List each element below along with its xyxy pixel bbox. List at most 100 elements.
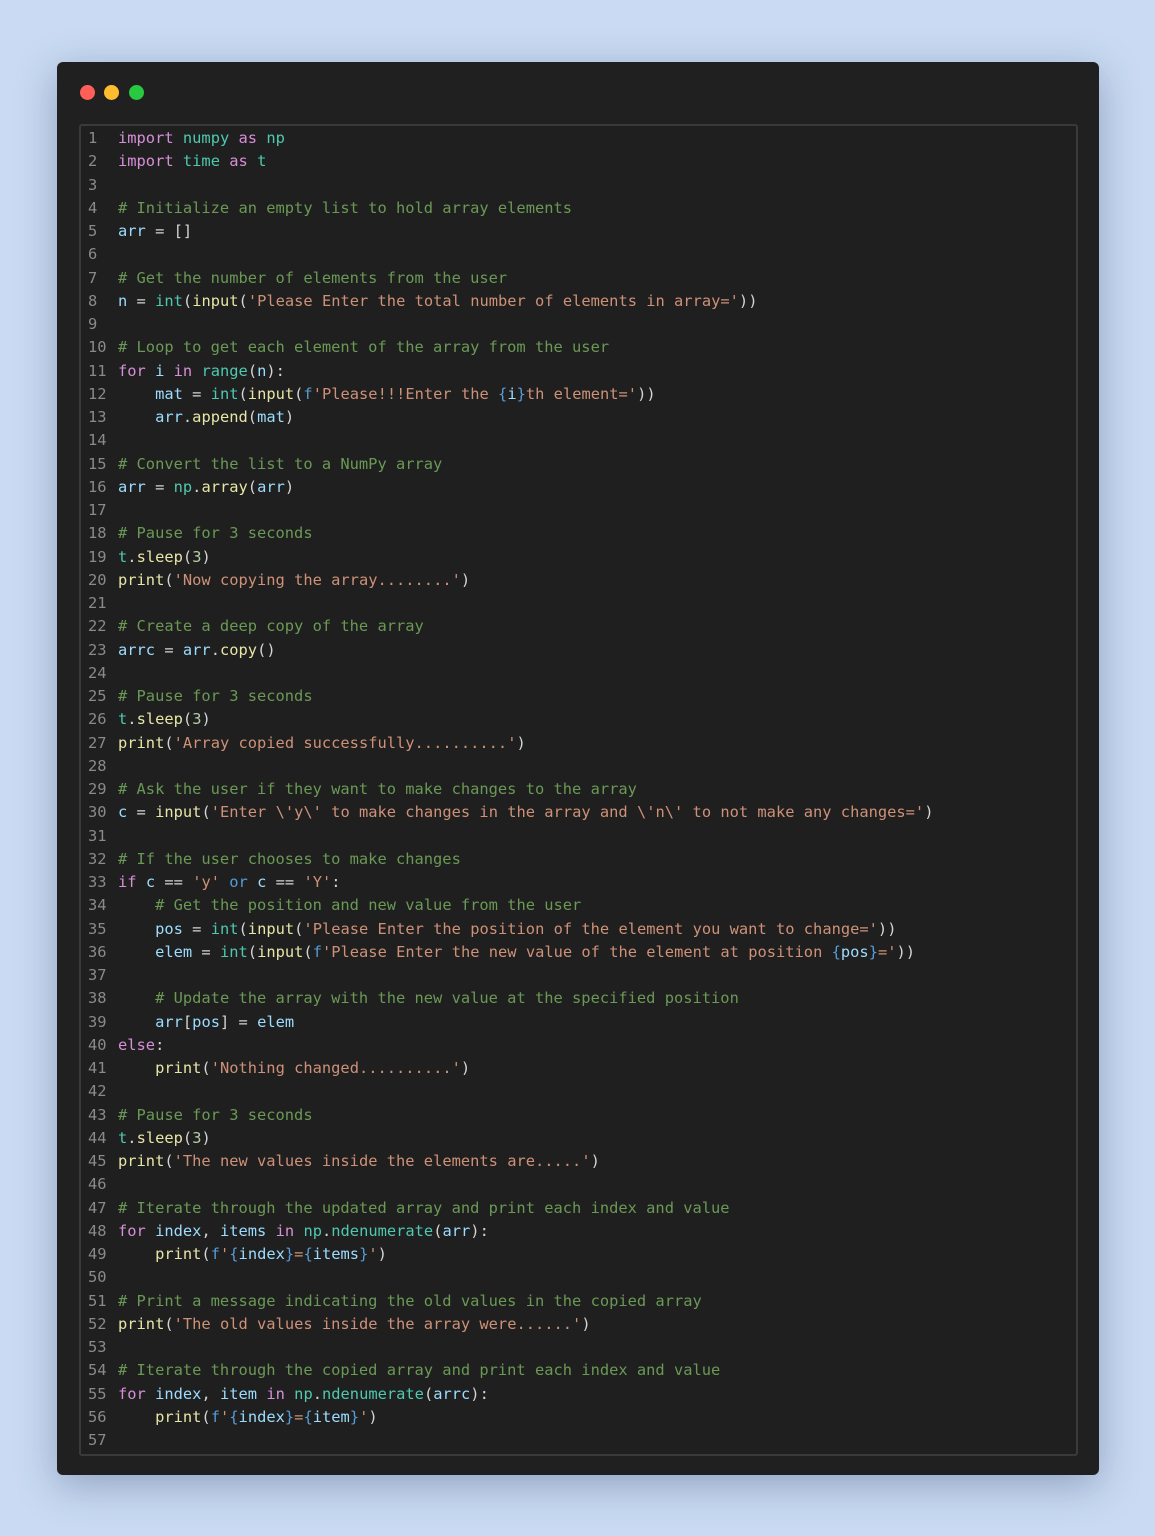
line-code: # Pause for 3 seconds (118, 687, 313, 705)
line-number: 20 (88, 570, 107, 589)
line-code: # Update the array with the new value at… (155, 989, 739, 1008)
code-line: 35 pos = int(input('Please Enter the pos… (81, 918, 1076, 941)
code-line: 17 (81, 499, 1076, 522)
line-number: 55 (88, 1384, 107, 1403)
code-line: 24 (81, 662, 1076, 685)
code-line: 3 (81, 174, 1076, 197)
line-code: # Get the number of elements from the us… (118, 268, 508, 287)
code-line: 52 print('The old values inside the array… (81, 1313, 1076, 1336)
line-number: 23 (88, 640, 107, 659)
line-number: 7 (88, 268, 98, 287)
code-line: 47 # Iterate through the updated array an… (81, 1197, 1076, 1220)
code-line: 54 # Iterate through the copied array and… (81, 1359, 1076, 1382)
code-line: 13 arr.append(mat) (81, 406, 1076, 429)
line-code: for index, item in np.ndenumerate(arrc): (118, 1384, 489, 1403)
line-number: 18 (88, 524, 107, 543)
code-line: 33 if c == 'y' or c == 'Y': (81, 871, 1076, 894)
line-code: for i in range(n): (118, 361, 285, 380)
code-line: 10 # Loop to get each element of the arra… (81, 336, 1076, 359)
line-code: t.sleep(3) (118, 1128, 211, 1147)
line-number: 8 (88, 291, 98, 310)
line-code: # Pause for 3 seconds (118, 524, 313, 543)
minimize-button[interactable] (104, 85, 119, 100)
line-number: 2 (88, 152, 98, 171)
code-line: 37 (81, 964, 1076, 987)
line-code: elem = int(input(f'Please Enter the new … (155, 942, 916, 961)
code-line: 22 # Create a deep copy of the array (81, 615, 1076, 638)
code-line: 55 for index, item in np.ndenumerate(arrc… (81, 1383, 1076, 1406)
line-number: 39 (88, 1012, 107, 1031)
line-code: # Ask the user if they want to make chan… (118, 780, 637, 798)
code-line: 40 else: (81, 1034, 1076, 1057)
line-number: 35 (88, 919, 107, 938)
code-line: 46 (81, 1173, 1076, 1196)
line-code: # Iterate through the updated array and … (118, 1198, 730, 1217)
line-code: arr[pos] = elem (155, 1012, 295, 1031)
code-line: 43 # Pause for 3 seconds (81, 1104, 1076, 1127)
code-line: 38 # Update the array with the new value… (81, 987, 1076, 1010)
line-number: 40 (88, 1035, 107, 1054)
line-number: 12 (88, 384, 107, 403)
code-line: 11 for i in range(n): (81, 360, 1076, 383)
code-line: 12 mat = int(input(f'Please!!!Enter the … (81, 383, 1076, 406)
line-number: 33 (88, 873, 107, 891)
code-lines: 1 import numpy as np 2 import time as t 3 4 # … (81, 127, 1076, 1452)
code-line: 53 (81, 1336, 1076, 1359)
line-code: print('The new values inside the element… (118, 1152, 600, 1170)
line-code: # Create a deep copy of the array (118, 617, 424, 636)
line-code: else: (118, 1035, 165, 1054)
line-number: 57 (88, 1431, 107, 1449)
line-number: 14 (88, 431, 107, 450)
line-code: # Convert the list to a NumPy array (118, 454, 443, 473)
line-code: print('The old values inside the array w… (118, 1314, 591, 1333)
line-number: 16 (88, 477, 107, 496)
code-editor[interactable]: 1 import numpy as np 2 import time as t 3 4 # … (79, 124, 1078, 1456)
close-button[interactable] (80, 85, 95, 100)
line-number: 25 (88, 687, 107, 705)
code-line: 42 (81, 1080, 1076, 1103)
line-code: arr.append(mat) (155, 408, 295, 426)
line-code: c = input('Enter \'y\' to make changes i… (118, 803, 934, 822)
code-line: 48 for index, items in np.ndenumerate(arr… (81, 1220, 1076, 1243)
code-line: 1 import numpy as np (81, 127, 1076, 150)
line-code: # Pause for 3 seconds (118, 1105, 313, 1124)
line-code: print('Array copied successfully........… (118, 733, 526, 752)
line-code: n = int(input('Please Enter the total nu… (118, 291, 758, 310)
line-code: # If the user chooses to make changes (118, 849, 461, 868)
line-number: 45 (88, 1152, 107, 1170)
line-code: print(f'{index}={item}') (155, 1407, 378, 1426)
code-line: 34 # Get the position and new value from… (81, 894, 1076, 917)
line-number: 34 (88, 896, 107, 915)
code-line: 21 (81, 592, 1076, 615)
maximize-button[interactable] (129, 85, 144, 100)
code-line: 36 elem = int(input(f'Please Enter the n… (81, 941, 1076, 964)
line-code: import numpy as np (118, 129, 285, 147)
line-number: 30 (88, 803, 107, 822)
line-code: t.sleep(3) (118, 547, 211, 566)
line-code: arr = np.array(arr) (118, 477, 295, 496)
line-code: for index, items in np.ndenumerate(arr): (118, 1221, 489, 1240)
line-number: 41 (88, 1059, 107, 1077)
code-line: 31 (81, 825, 1076, 848)
line-number: 31 (88, 826, 107, 845)
line-number: 49 (88, 1245, 107, 1263)
line-number: 36 (88, 942, 107, 961)
code-line: 26 t.sleep(3) (81, 708, 1076, 731)
code-line: 28 (81, 755, 1076, 778)
line-code: import time as t (118, 152, 267, 171)
line-code: print(f'{index}={items}') (155, 1245, 387, 1263)
line-number: 5 (88, 222, 98, 240)
code-line: 9 (81, 313, 1076, 336)
line-code: # Print a message indicating the old val… (118, 1291, 702, 1310)
code-line: 56 print(f'{index}={item}') (81, 1406, 1076, 1429)
line-number: 10 (88, 338, 107, 357)
line-number: 17 (88, 501, 107, 519)
line-number: 42 (88, 1082, 107, 1101)
line-code: mat = int(input(f'Please!!!Enter the {i}… (155, 384, 656, 403)
code-line: 20 print('Now copying the array........') (81, 569, 1076, 592)
line-number: 3 (88, 175, 98, 194)
line-number: 44 (88, 1128, 107, 1147)
code-line: 6 (81, 243, 1076, 266)
code-line: 32 # If the user chooses to make changes (81, 848, 1076, 871)
code-line: 45 print('The new values inside the eleme… (81, 1150, 1076, 1173)
